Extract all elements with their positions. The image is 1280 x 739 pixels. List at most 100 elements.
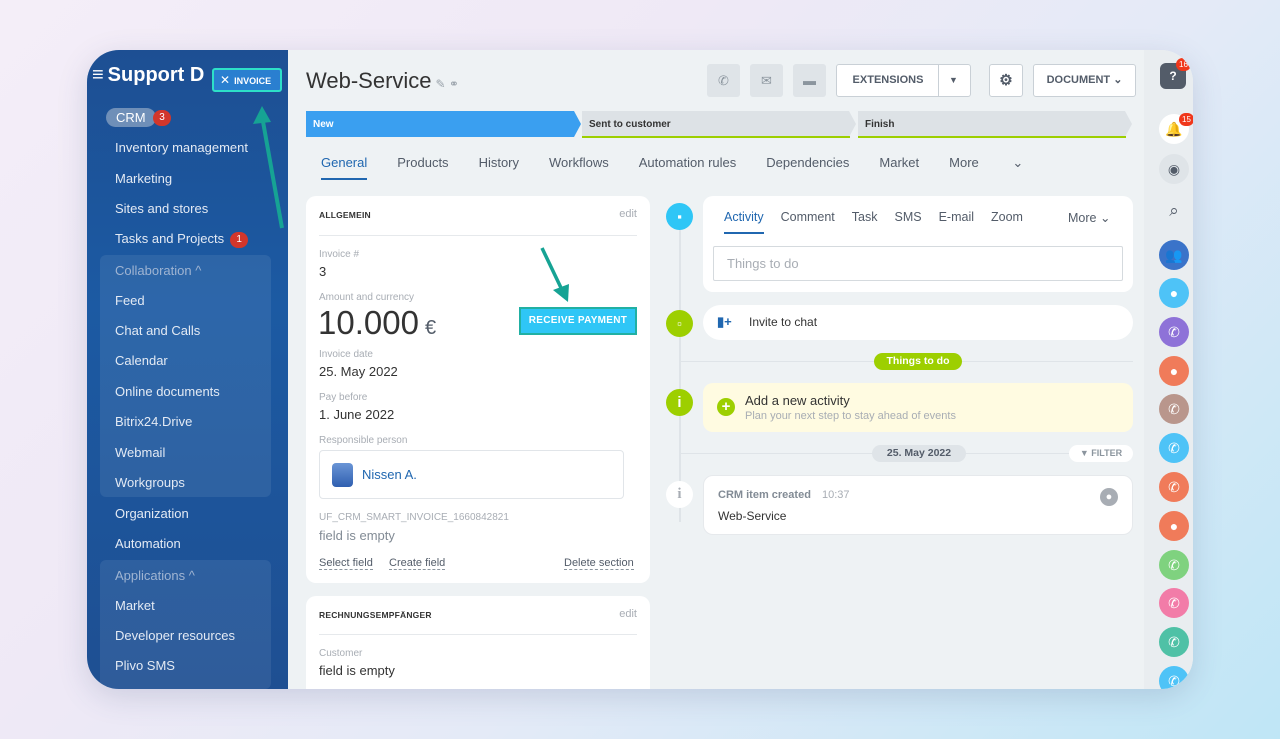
add-activity-row[interactable]: + Add a new activity Plan your next step…: [703, 383, 1133, 432]
call-button[interactable]: ✆: [707, 64, 740, 97]
sidebar-item-marketing[interactable]: Marketing: [115, 171, 172, 186]
invoice-number-label: Invoice #: [319, 249, 360, 260]
pay-before-value: 1. June 2022: [319, 407, 395, 422]
receive-payment-button[interactable]: RECEIVE PAYMENT: [519, 307, 637, 335]
invite-label: Invite to chat: [749, 315, 818, 329]
todo-input[interactable]: Things to do: [713, 246, 1123, 281]
responsible-name[interactable]: Nissen A.: [362, 467, 417, 482]
sidebar-item-chat[interactable]: Chat and Calls: [115, 323, 200, 338]
sidebar-item-drive[interactable]: Bitrix24.Drive: [115, 414, 192, 429]
sidebar-item-webmail[interactable]: Webmail: [115, 445, 165, 460]
tab-history[interactable]: History: [479, 155, 519, 180]
stage-new[interactable]: New: [306, 111, 581, 137]
sidebar-item-developer[interactable]: Developer resources: [115, 628, 235, 643]
sidebar-title[interactable]: ≡ Support D: [92, 64, 204, 87]
chat-icon: ▫: [666, 310, 693, 337]
detail-tabs: General Products History Workflows Autom…: [321, 155, 1083, 180]
tab-comment[interactable]: Comment: [781, 210, 835, 234]
invoice-date-label: Invoice date: [319, 349, 373, 360]
extensions-button[interactable]: EXTENSIONS ▼: [836, 64, 971, 97]
sidebar-item-crm[interactable]: CRM: [106, 108, 156, 127]
tab-dependencies[interactable]: Dependencies: [766, 155, 849, 180]
edit-pencil-icon[interactable]: ✎ ⚭: [436, 77, 459, 91]
phone-contact-icon[interactable]: ✆: [1159, 433, 1189, 463]
settings-button[interactable]: ⚙: [989, 64, 1023, 97]
tab-products[interactable]: Products: [397, 155, 448, 180]
customer-value: field is empty: [319, 663, 395, 678]
activity-more-tab[interactable]: More ⌄: [1068, 210, 1110, 225]
chevron-down-icon: ⌄: [1099, 211, 1111, 225]
phone-contact-icon[interactable]: ✆: [1159, 550, 1189, 580]
card-title: ALLGEMEIN: [319, 210, 371, 220]
invoice-close-chip[interactable]: ✕ INVOICE: [212, 68, 282, 92]
email-button[interactable]: ✉: [750, 64, 783, 97]
amount-value: 10.000 €: [318, 304, 437, 341]
select-field-link[interactable]: Select field: [319, 557, 373, 570]
sidebar-item-calendar[interactable]: Calendar: [115, 353, 168, 368]
amount-label: Amount and currency: [319, 292, 415, 303]
chat-bubble-icon[interactable]: ◉: [1159, 154, 1189, 184]
stage-finish[interactable]: Finish: [858, 111, 1132, 137]
tab-sms[interactable]: SMS: [894, 210, 921, 234]
phone-contact-icon[interactable]: ✆: [1159, 394, 1189, 424]
close-icon[interactable]: ✕: [220, 73, 230, 87]
stage-sent[interactable]: Sent to customer: [582, 111, 856, 137]
menu-icon[interactable]: ≡: [92, 64, 104, 86]
edit-link[interactable]: edit: [619, 608, 637, 620]
tab-activity[interactable]: Activity: [724, 210, 764, 234]
sidebar-item-documents[interactable]: Online documents: [115, 384, 220, 399]
sidebar-group-applications[interactable]: Applications ^: [115, 568, 195, 583]
sidebar-item-automation[interactable]: Automation: [115, 536, 181, 551]
phone-contact-icon[interactable]: ✆: [1159, 588, 1189, 618]
group-chat-icon[interactable]: 👥: [1159, 240, 1189, 270]
timeline-line: [679, 222, 681, 522]
tab-task[interactable]: Task: [852, 210, 878, 234]
phone-contact-icon[interactable]: ✆: [1159, 666, 1189, 689]
help-badge: 16: [1176, 58, 1191, 71]
edit-link[interactable]: edit: [619, 208, 637, 220]
people-icon[interactable]: ●: [1159, 356, 1189, 386]
sidebar-item-workgroups[interactable]: Workgroups: [115, 475, 185, 490]
tab-zoom[interactable]: Zoom: [991, 210, 1023, 234]
sidebar-item-tasks[interactable]: Tasks and Projects 1: [115, 231, 249, 248]
chat-plus-icon: ▮+: [717, 314, 732, 329]
phone-contact-icon[interactable]: ✆: [1159, 472, 1189, 502]
sidebar-item-organization[interactable]: Organization: [115, 506, 189, 521]
gear-icon: ⚙: [999, 72, 1013, 89]
mail-icon: ✉: [761, 73, 772, 88]
tab-general[interactable]: General: [321, 155, 368, 180]
chat-button[interactable]: ▬: [793, 64, 826, 97]
create-field-link[interactable]: Create field: [389, 557, 446, 570]
stage-sent-underline: [582, 136, 850, 138]
phone-contact-icon[interactable]: ✆: [1159, 627, 1189, 657]
filter-button[interactable]: ▼ FILTER: [1069, 445, 1133, 462]
add-activity-subtitle: Plan your next step to stay ahead of eve…: [745, 410, 956, 422]
tab-market[interactable]: Market: [879, 155, 919, 180]
user-clock-icon[interactable]: ●: [1159, 278, 1189, 308]
recipient-card: RECHNUNGSEMPFÄNGER edit Customer field i…: [306, 596, 650, 689]
tab-workflows[interactable]: Workflows: [549, 155, 609, 180]
divider: [319, 634, 637, 635]
things-to-do-pill: Things to do: [874, 353, 962, 370]
sidebar-group-collaboration[interactable]: Collaboration ^: [115, 263, 201, 278]
responsible-person[interactable]: Nissen A.: [319, 450, 624, 499]
sidebar-item-sites[interactable]: Sites and stores: [115, 201, 208, 216]
invite-to-chat-row[interactable]: ▮+ Invite to chat: [703, 305, 1133, 340]
sidebar-item-inventory[interactable]: Inventory management: [115, 140, 248, 155]
tab-email[interactable]: E-mail: [939, 210, 974, 234]
notification-badge: 15: [1179, 113, 1193, 126]
tab-more[interactable]: More ⌄: [949, 155, 1053, 180]
document-button[interactable]: DOCUMENT ⌄: [1033, 64, 1136, 97]
sidebar-item-plivo[interactable]: Plivo SMS: [115, 658, 175, 673]
user-icon: ●: [1100, 488, 1118, 506]
custom-field-label: UF_CRM_SMART_INVOICE_1660842821: [319, 512, 509, 523]
phone-contact-icon[interactable]: ✆: [1159, 317, 1189, 347]
search-icon[interactable]: ⌕: [1159, 196, 1189, 226]
delete-section-link[interactable]: Delete section: [564, 557, 634, 570]
sidebar-item-feed[interactable]: Feed: [115, 293, 145, 308]
tab-automation[interactable]: Automation rules: [639, 155, 737, 180]
pay-before-label: Pay before: [319, 392, 368, 403]
people-icon[interactable]: ●: [1159, 511, 1189, 541]
invoice-number-value: 3: [319, 264, 327, 279]
sidebar-item-market[interactable]: Market: [115, 598, 155, 613]
